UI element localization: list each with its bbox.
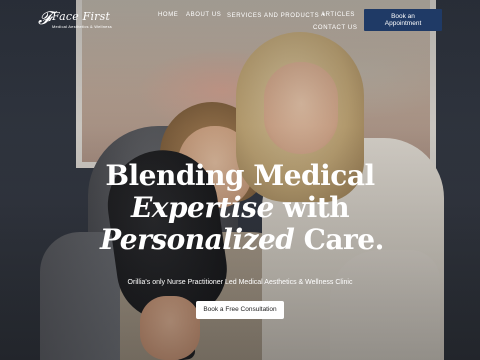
book-appointment-button[interactable]: Book an Appointment [364,9,442,31]
hero-tagline: Orillia's only Nurse Practitioner Led Me… [127,279,353,286]
nav-item-contact-us[interactable]: CONTACT US [313,25,357,31]
headline-line-3: Personalized Care. [100,223,384,256]
book-appointment-line1: Book an [391,13,415,20]
headline-emphasis-expertise: Expertise [130,191,274,224]
headline-line-2-rest: with [273,191,350,224]
nav-item-articles[interactable]: ARTICLES [321,12,355,18]
hero-headline: Blending Medical Expertise with Personal… [100,159,384,256]
nav-item-about-us[interactable]: ABOUT US [186,12,221,18]
headline-line-3-rest: Care. [294,223,385,256]
nav-item-home[interactable]: HOME [158,12,178,18]
logo-title: Face First [52,10,111,23]
logo-subtitle: Medical Aesthetics & Wellness [52,24,112,29]
book-appointment-line2: Appointment [384,20,422,27]
headline-line-2: Expertise with [100,192,380,224]
free-consultation-button[interactable]: Book a Free Consultation [196,301,284,319]
headline-line-1: Blending Medical [105,159,375,192]
nav-item-services-and-products[interactable]: SERVICES AND PRODUCTS ▾ [227,12,325,19]
logo-mark-icon: 𝓕 [38,8,52,29]
headline-emphasis-personalized: Personalized [100,223,295,256]
site-logo[interactable]: 𝓕 Face First Medical Aesthetics & Wellne… [38,8,112,34]
nav-item-services-label: SERVICES AND PRODUCTS [227,13,320,19]
